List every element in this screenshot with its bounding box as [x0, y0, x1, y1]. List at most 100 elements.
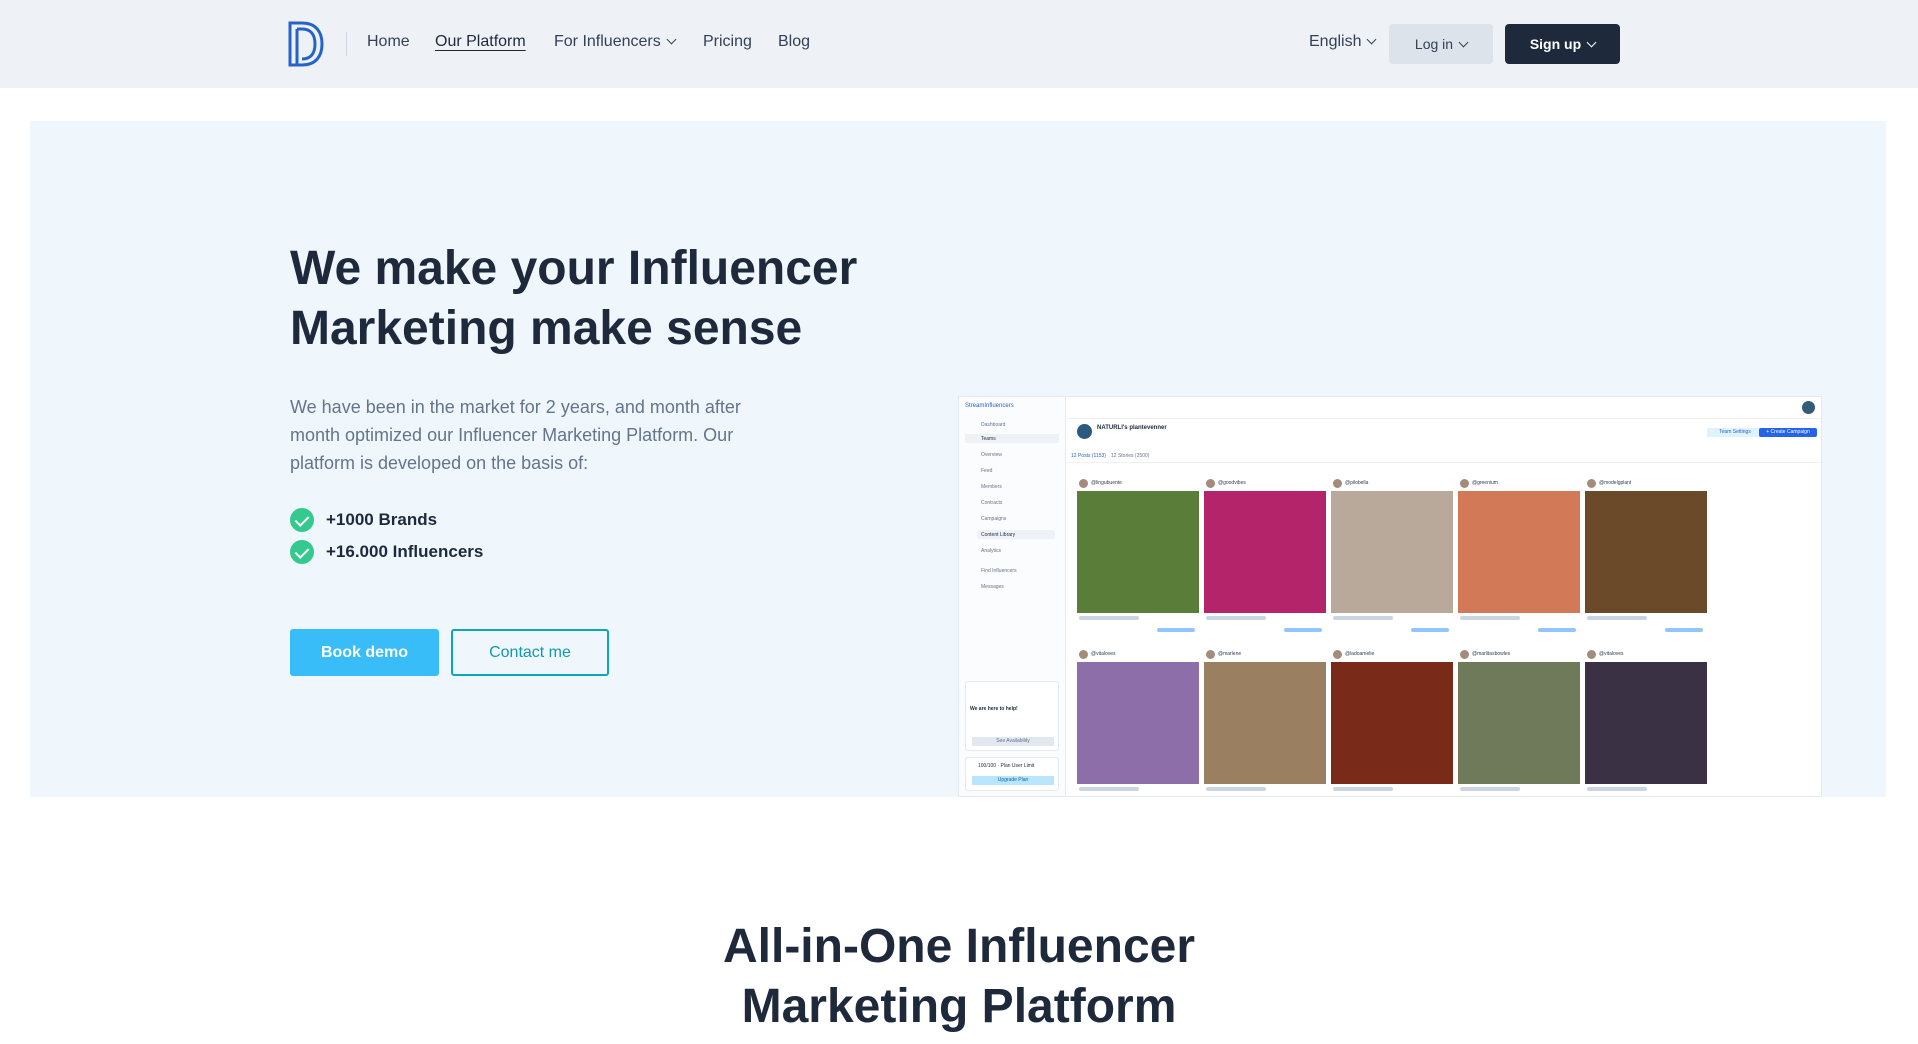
mockup-card-header: @goodvibes: [1204, 477, 1326, 488]
mockup-card-header: @vitaloves: [1077, 648, 1199, 659]
engagement-stats: [1333, 616, 1393, 620]
mockup-card-header: @vitaloves: [1585, 648, 1707, 659]
influencer-avatar: [1079, 650, 1088, 659]
brand-logo-icon[interactable]: [288, 20, 324, 68]
contact-me-button[interactable]: Contact me: [451, 629, 609, 676]
mockup-content-card: @greenium: [1458, 477, 1580, 642]
feature-item-brands: +1000 Brands: [290, 508, 437, 532]
feature-item-influencers: +16.000 Influencers: [290, 540, 483, 564]
content-photo: [1585, 491, 1707, 613]
mockup-topbar: [1067, 397, 1821, 419]
mockup-nav-item: Members: [981, 484, 1002, 490]
mockup-tab: 12 Stories (2500): [1111, 453, 1150, 459]
signup-label: Sign up: [1529, 36, 1582, 52]
mockup-nav-highlight: [965, 434, 1059, 443]
mockup-team-settings: Team Settings: [1707, 428, 1763, 437]
feature-label: +16.000 Influencers: [326, 542, 484, 561]
influencer-avatar: [1460, 479, 1469, 488]
chevron-down-icon: [1367, 34, 1377, 45]
influencer-avatar: [1587, 479, 1596, 488]
influencer-avatar: [1333, 479, 1342, 488]
hero-title: We make your Influencer Marketing make s…: [290, 242, 858, 355]
mockup-nav-item: Content Library: [981, 532, 1016, 538]
mockup-help-card: We are here to help! See Availability: [965, 681, 1059, 751]
signup-button[interactable]: Sign up: [1505, 24, 1620, 64]
feature-label: +1000 Brands: [326, 510, 438, 529]
influencer-handle: @pilobella: [1345, 480, 1369, 486]
content-photo: [1077, 491, 1199, 613]
view-on-instagram-link: [1157, 628, 1195, 632]
influencer-avatar: [1587, 650, 1596, 659]
check-circle-icon: [290, 540, 314, 564]
language-label: English: [1309, 33, 1362, 50]
mockup-content-card: @lingubuente: [1077, 477, 1199, 642]
view-on-instagram-link: [1284, 628, 1322, 632]
mockup-card-header: @marlitasbowles: [1458, 648, 1580, 659]
mockup-content-card: @marlene: [1204, 648, 1326, 796]
engagement-stats: [1587, 616, 1647, 620]
mockup-card-header: @ladoamelie: [1331, 648, 1453, 659]
influencer-avatar: [1206, 479, 1215, 488]
content-photo: [1204, 662, 1326, 784]
language-selector[interactable]: English: [1309, 33, 1377, 51]
login-button[interactable]: Log in: [1389, 24, 1493, 64]
mockup-content-card: @modelgplant: [1585, 477, 1707, 642]
nav-home-link[interactable]: Home: [367, 33, 410, 51]
mockup-nav-item: Analytics: [981, 548, 1002, 554]
engagement-stats: [1460, 787, 1520, 791]
mockup-plan-card: 100/100 · Plan User Limit Upgrade Plan: [965, 757, 1059, 791]
nav-our-platform-link[interactable]: Our Platform: [435, 33, 526, 51]
mockup-content-card: @vitaloves: [1585, 648, 1707, 796]
chevron-down-icon: [666, 34, 677, 45]
nav-pricing-link[interactable]: Pricing: [703, 33, 752, 51]
view-on-instagram-link: [1665, 628, 1703, 632]
mockup-upgrade-button: Upgrade Plan: [972, 776, 1054, 785]
mockup-content-card: @vitaloves: [1077, 648, 1199, 796]
engagement-stats: [1206, 787, 1266, 791]
mockup-nav-item: Campaigns: [981, 516, 1007, 522]
influencer-handle: @vitaloves: [1091, 651, 1116, 657]
mockup-avatar: [1802, 401, 1815, 414]
login-label: Log in: [1414, 36, 1454, 52]
mockup-help-title: We are here to help!: [970, 706, 1018, 712]
engagement-stats: [1079, 787, 1139, 791]
content-photo: [1458, 662, 1580, 784]
influencer-handle: @modelgplant: [1599, 480, 1632, 486]
mockup-nav-item: Overview: [981, 452, 1002, 458]
content-photo: [1077, 662, 1199, 784]
engagement-stats: [1079, 616, 1139, 620]
mockup-sidebar: StreamInfluencers Dashboard Teams Overvi…: [959, 397, 1066, 796]
engagement-stats: [1333, 787, 1393, 791]
influencer-avatar: [1460, 650, 1469, 659]
influencer-avatar: [1333, 650, 1342, 659]
mockup-card-header: @modelgplant: [1585, 477, 1707, 488]
check-circle-icon: [290, 508, 314, 532]
platform-screenshot: StreamInfluencers Dashboard Teams Overvi…: [958, 396, 1822, 797]
mockup-card-header: @greenium: [1458, 477, 1580, 488]
hero-description: We have been in the market for 2 years, …: [290, 397, 741, 473]
book-demo-button[interactable]: Book demo: [290, 629, 439, 676]
engagement-stats: [1587, 787, 1647, 791]
content-photo: [1585, 662, 1707, 784]
mockup-nav-item: Find Influencers: [981, 568, 1017, 574]
mockup-create-campaign: + Create Campaign: [1759, 428, 1817, 437]
chevron-down-icon: [1586, 37, 1597, 48]
content-photo: [1331, 491, 1453, 613]
mockup-nav-item: Dashboard: [981, 422, 1006, 428]
nav-for-influencers-label: For Influencers: [554, 33, 661, 50]
section-title: All-in-One Influencer Marketing Platform: [0, 917, 1918, 1037]
mockup-tab-divider: [1067, 462, 1821, 463]
mockup-nav-item: Messages: [981, 584, 1004, 590]
section-title-text: All-in-One Influencer Marketing Platform: [722, 920, 1196, 1033]
chevron-down-icon: [1458, 37, 1469, 48]
engagement-stats: [1460, 616, 1520, 620]
view-on-instagram-link: [1411, 628, 1449, 632]
nav-blog-link[interactable]: Blog: [778, 33, 810, 51]
mockup-brand: StreamInfluencers: [965, 403, 1014, 409]
mockup-nav-item: Contracts: [981, 500, 1003, 506]
logo-divider: [346, 32, 347, 56]
nav-for-influencers-menu[interactable]: For Influencers: [554, 33, 677, 51]
view-on-instagram-link: [1538, 628, 1576, 632]
mockup-nav-item: Feed: [981, 468, 993, 474]
content-photo: [1204, 491, 1326, 613]
